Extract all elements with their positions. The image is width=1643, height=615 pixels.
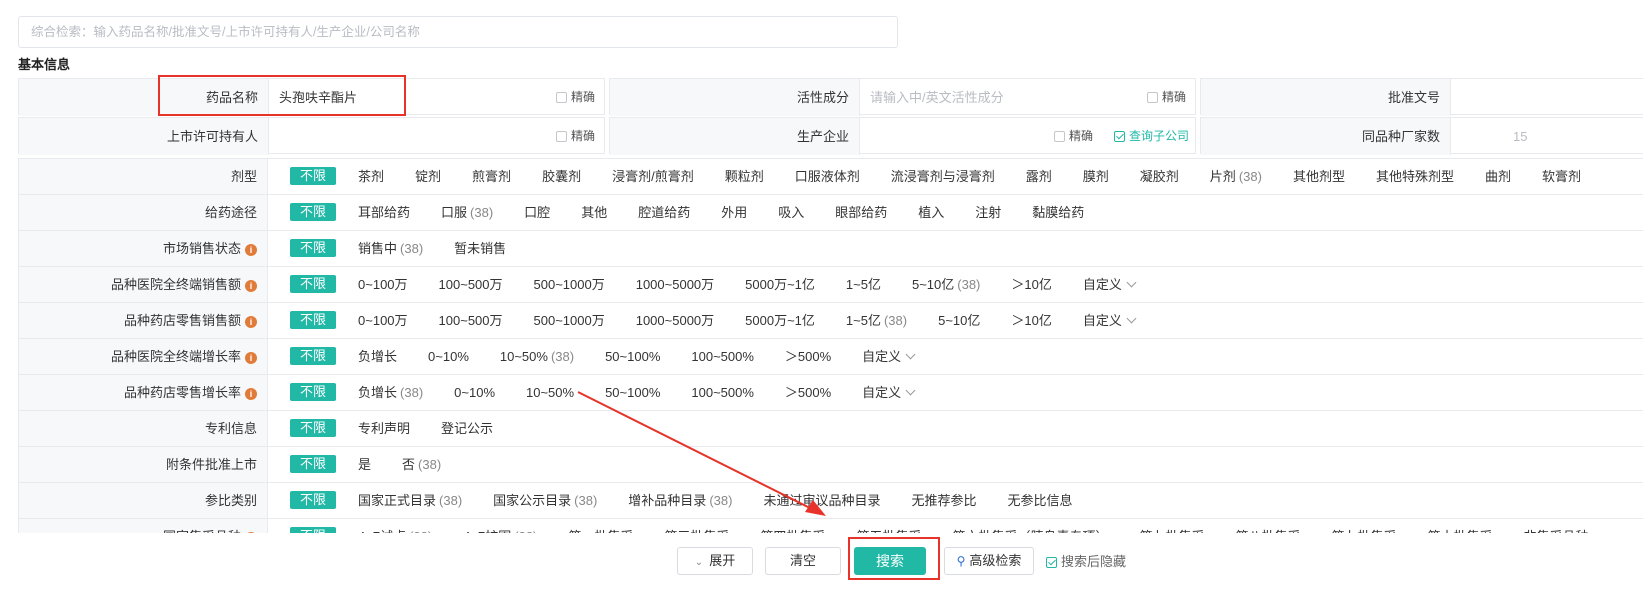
- annotation-arrow: [577, 391, 826, 516]
- arrow-shaft: [577, 391, 813, 510]
- arrow-head-icon: [805, 500, 826, 516]
